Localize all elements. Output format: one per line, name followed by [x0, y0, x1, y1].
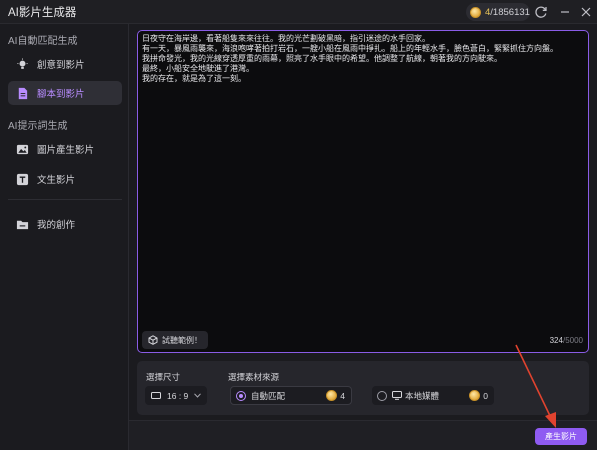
- refresh-icon[interactable]: [533, 4, 549, 20]
- sidebar-item-my-works[interactable]: 我的創作: [8, 212, 122, 236]
- script-icon: [18, 87, 28, 99]
- try-example-button[interactable]: 試聽範例！: [142, 331, 208, 349]
- sidebar-item-text-to-video[interactable]: 文生影片: [8, 167, 122, 191]
- credits-badge[interactable]: 4/1856131: [466, 3, 530, 21]
- section-prompt-gen: AI提示詞生成: [8, 121, 68, 132]
- chevron-down-icon: [194, 393, 202, 398]
- sidebar-item-label: 我的創作: [37, 220, 76, 231]
- sidebar: AI自動匹配生成 創意到影片 腳本到影片 AI提示詞生成 圖片產生影片 文生影片…: [0, 24, 129, 450]
- option-label: 本地媒體: [405, 390, 440, 401]
- option-label: 自動匹配: [251, 390, 286, 401]
- sidebar-item-image-to-video[interactable]: 圖片產生影片: [8, 137, 122, 161]
- generate-video-button[interactable]: 產生影片: [535, 428, 587, 445]
- credits-total: /1856131: [490, 6, 530, 18]
- coin-icon: [469, 390, 481, 401]
- sidebar-item-idea-to-video[interactable]: 創意到影片: [8, 52, 122, 76]
- source-label: 選擇素材來源: [228, 372, 280, 382]
- ratio-label: 選擇尺寸: [146, 372, 181, 382]
- sidebar-item-label: 文生影片: [37, 175, 76, 186]
- char-max: /5000: [562, 336, 583, 345]
- script-editor[interactable]: 日夜守在海岸邊，看著船隻來來往往。我的光芒劃破黑暗，指引迷途的水手回家。 有一天…: [137, 30, 589, 353]
- sidebar-item-script-to-video[interactable]: 腳本到影片: [8, 81, 122, 105]
- source-option-local[interactable]: 本地媒體 0: [372, 386, 494, 405]
- monitor-icon: [392, 391, 402, 400]
- ratio-value: 16 : 9: [167, 390, 189, 401]
- image-icon: [16, 144, 29, 154]
- script-textarea[interactable]: 日夜守在海岸邊，看著船隻來來往往。我的光芒劃破黑暗，指引迷途的水手回家。 有一天…: [142, 34, 582, 84]
- aspect-ratio-icon: [151, 392, 161, 399]
- option-cost: 0: [469, 390, 488, 401]
- cube-icon: [148, 335, 158, 345]
- app-title: AI影片生成器: [8, 6, 77, 19]
- text-icon: [16, 173, 29, 185]
- sidebar-item-label: 圖片產生影片: [37, 145, 95, 156]
- source-option-auto[interactable]: 自動匹配 4: [230, 386, 352, 405]
- minimize-icon[interactable]: [557, 4, 573, 20]
- radio-local[interactable]: [377, 390, 387, 401]
- sidebar-item-label: 創意到影片: [37, 60, 85, 71]
- radio-auto[interactable]: [236, 390, 246, 401]
- annotation-arrow-icon: [515, 344, 556, 428]
- sidebar-item-label: 腳本到影片: [37, 89, 85, 100]
- sidebar-divider: [8, 199, 122, 200]
- option-cost: 4: [326, 390, 345, 401]
- try-example-label: 試聽範例！: [162, 335, 202, 345]
- coin-icon: [326, 390, 338, 401]
- folder-icon: [16, 220, 29, 229]
- bulb-icon: [17, 57, 28, 69]
- ratio-select[interactable]: 16 : 9: [145, 386, 207, 405]
- close-icon[interactable]: [578, 4, 594, 20]
- section-auto-match: AI自動匹配生成: [8, 36, 78, 47]
- coin-icon: [470, 6, 481, 18]
